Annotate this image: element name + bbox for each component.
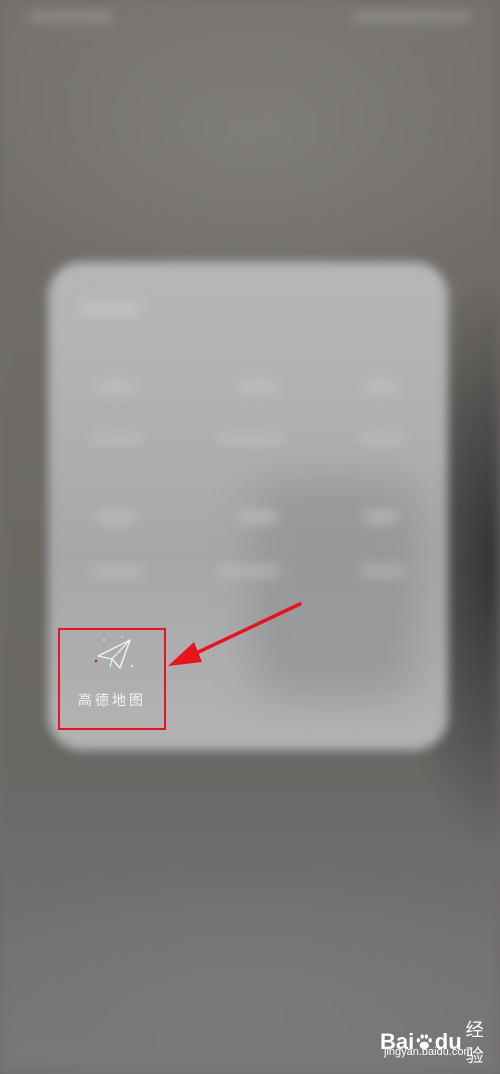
watermark-url: jingyan.baidu.com (384, 1046, 473, 1058)
paper-plane-icon (94, 636, 133, 669)
ghost-item (364, 510, 398, 524)
ghost-card-header (80, 300, 140, 318)
ghost-item (360, 566, 404, 576)
ghost-item (360, 434, 404, 444)
gaode-map-label: 高德地图 (78, 693, 146, 709)
ghost-item (218, 434, 282, 444)
status-bar-right-blurred (352, 10, 472, 24)
red-annotation-arrow (168, 602, 302, 666)
ghost-item (92, 566, 142, 576)
watermark-brand-cn: 经验 (465, 1020, 484, 1067)
status-bar (0, 0, 500, 40)
ghost-item (238, 380, 278, 394)
ghost-item (238, 510, 278, 524)
ghost-item (96, 510, 136, 524)
gaode-map-app-tile[interactable]: 高德地图 (58, 628, 166, 730)
ghost-item (92, 434, 142, 444)
watermark-brand: Bai du 经验 (380, 1016, 496, 1068)
status-bar-left-blurred (28, 10, 114, 24)
ghost-item (96, 380, 136, 394)
ghost-item (218, 566, 282, 576)
ghost-item (364, 380, 398, 394)
baidu-jingyan-watermark: Bai du 经验 jingyan.baidu.com (380, 1016, 496, 1070)
